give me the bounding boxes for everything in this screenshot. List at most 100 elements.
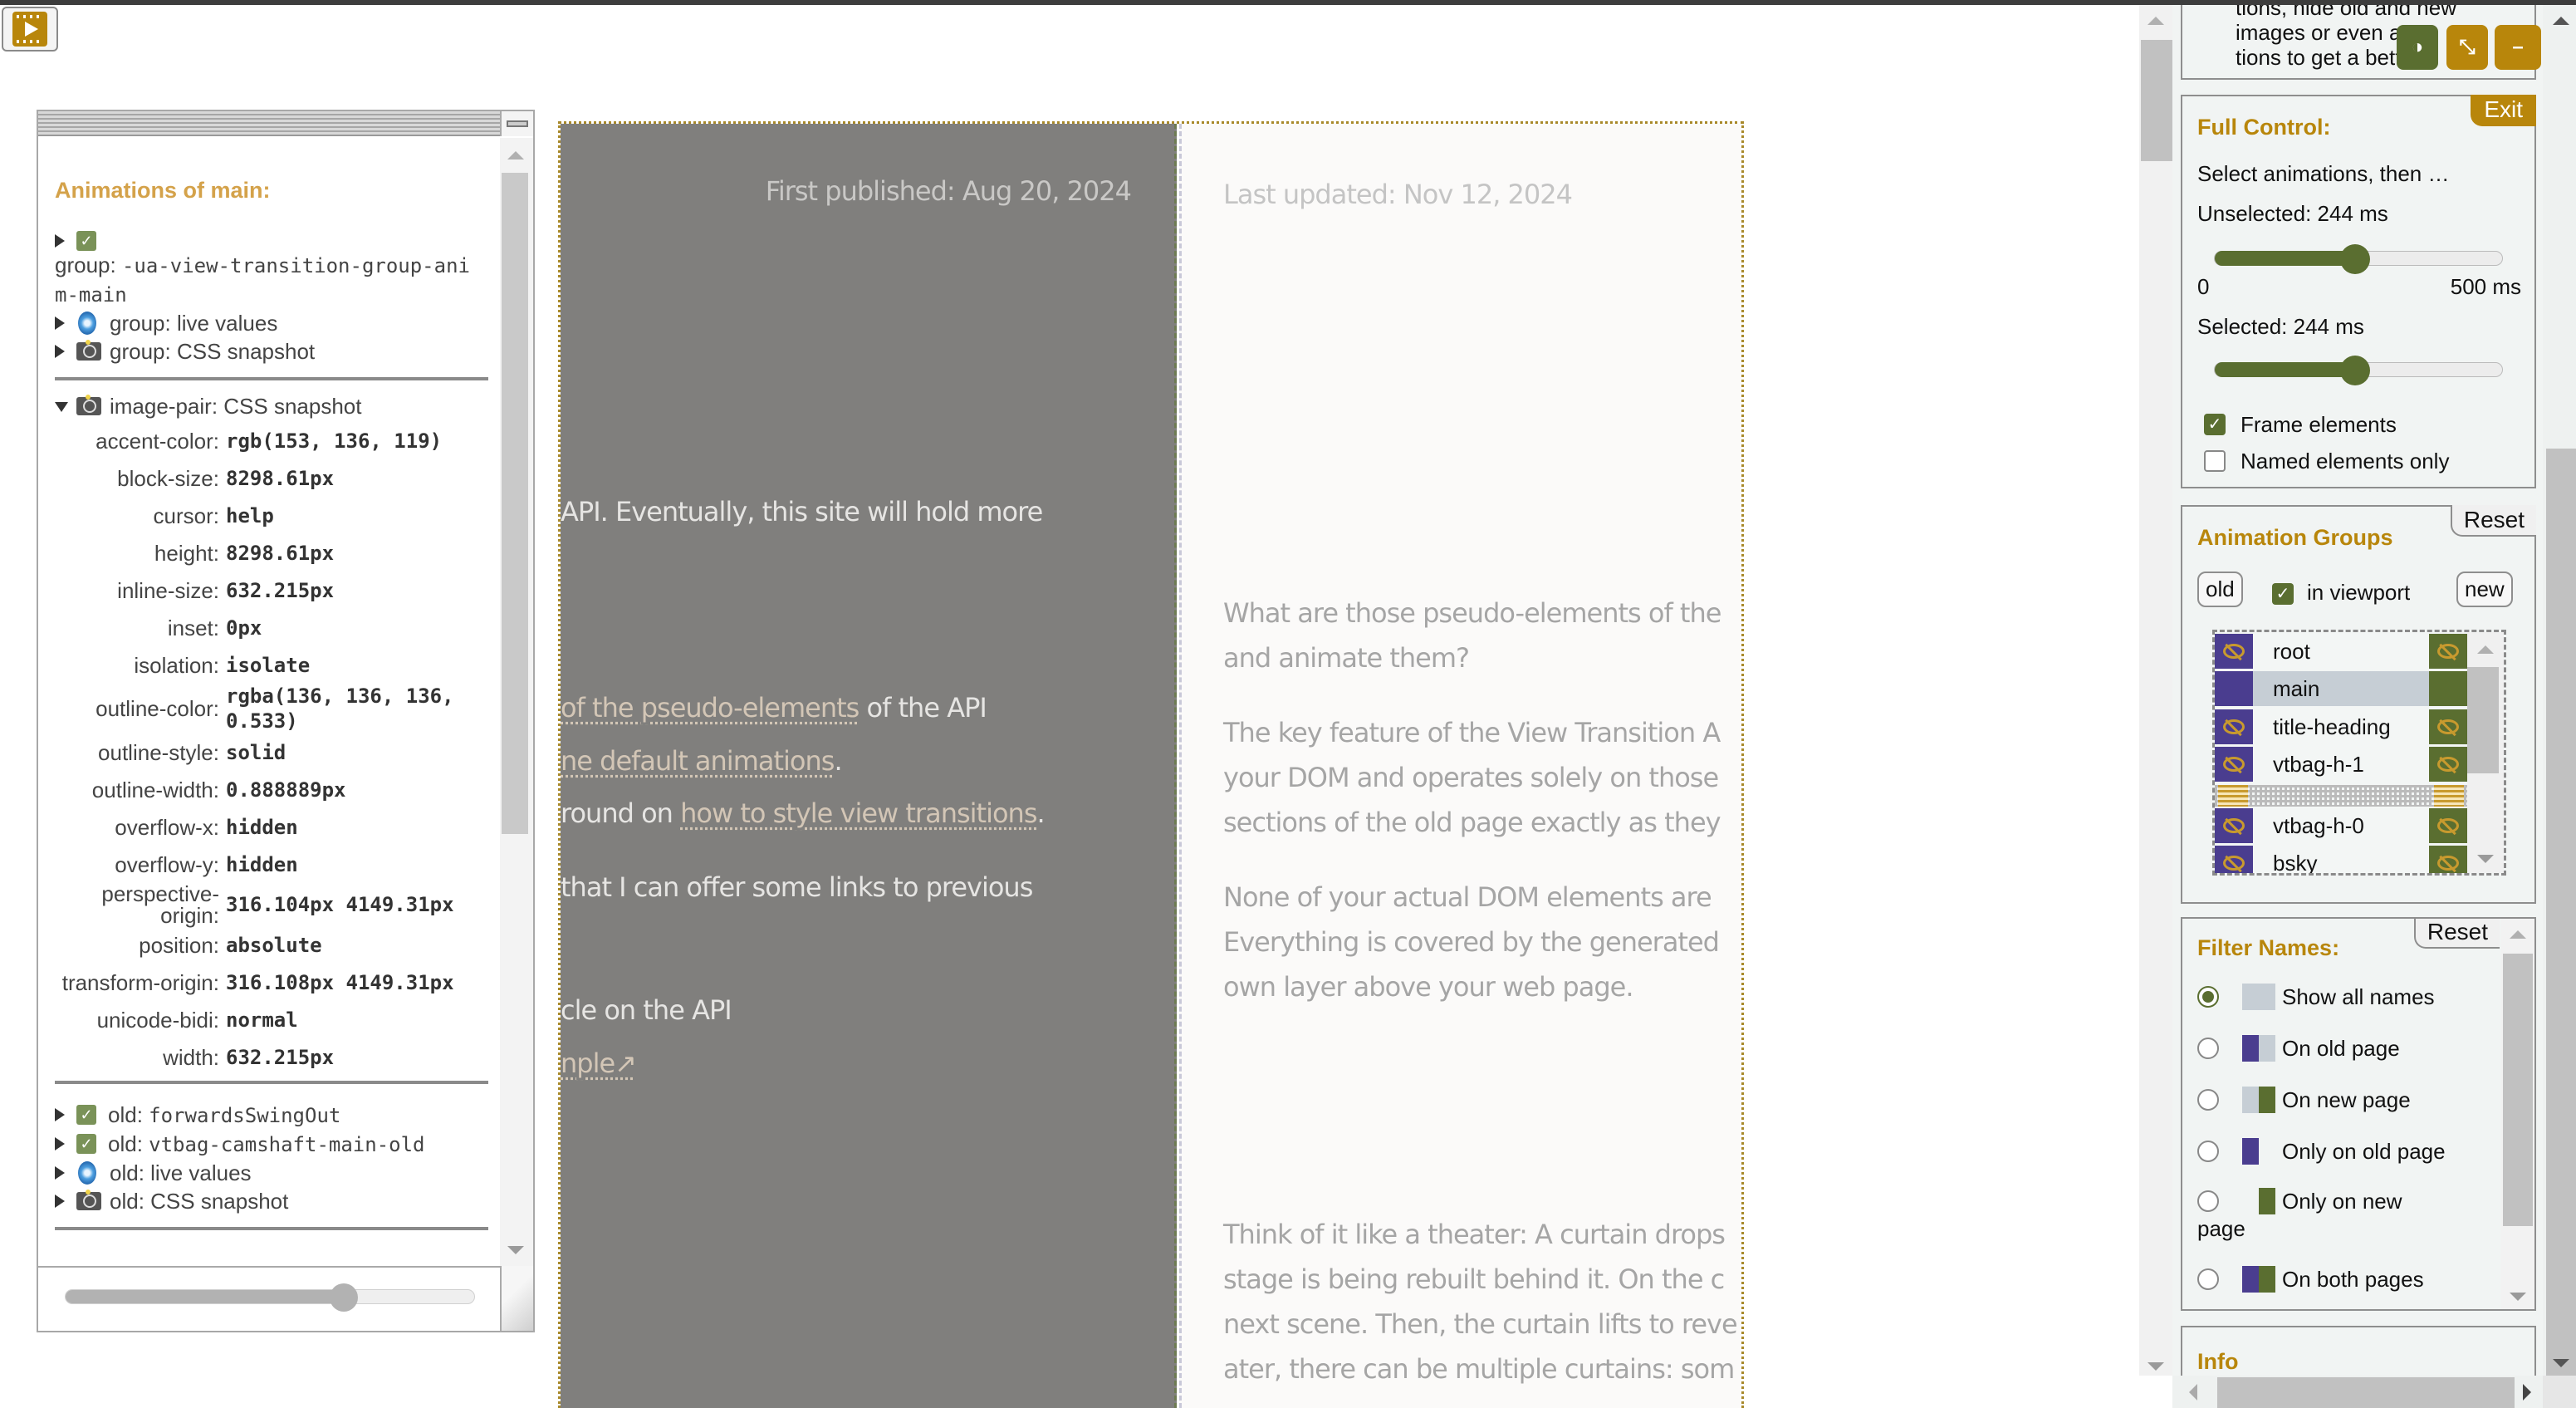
scroll-up-icon[interactable] [507,151,524,159]
tree-item-old-animation[interactable]: ✓ old: forwardsSwingOut [55,1101,500,1130]
exit-button[interactable]: Exit [2471,95,2536,126]
slider-handle[interactable] [2339,356,2370,385]
radio-button[interactable] [2197,1190,2219,1212]
scrollbar-thumb[interactable] [2546,449,2576,1376]
scroll-down-icon[interactable] [507,1246,524,1254]
old-button[interactable]: old [2197,572,2243,607]
filter-option[interactable]: On both pages [2197,1266,2424,1293]
expand-icon[interactable] [55,1108,65,1121]
checkbox-checked-icon[interactable]: ✓ [76,1134,96,1154]
collapse-icon[interactable] [55,402,68,412]
scroll-left-icon[interactable] [2189,1384,2197,1401]
checkbox-checked-icon[interactable]: ✓ [76,231,96,251]
launcher-button[interactable] [2,7,58,52]
inspector-minimize-button[interactable] [500,111,533,136]
scroll-right-icon[interactable] [2523,1384,2531,1401]
resize-handle[interactable] [500,1266,533,1331]
page-scrollbar[interactable] [2139,5,2172,1376]
scrollbar-thumb[interactable] [2141,40,2172,161]
radio-button[interactable] [2197,1038,2219,1059]
slider-max-label: 500 ms [2450,274,2521,299]
contrast-button[interactable]: ◑ [2397,25,2438,70]
inspector-timeline-slider[interactable] [65,1283,475,1312]
scroll-up-icon[interactable] [2510,930,2526,939]
filter-option[interactable]: On new page [2197,1087,2411,1113]
filter-scrollbar[interactable] [2501,919,2534,1309]
scrollbar-thumb[interactable] [2503,954,2533,1226]
tree-item-old-live-values[interactable]: old: live values [55,1159,500,1187]
default-animations-link[interactable]: ne default animations [561,745,835,777]
tree-item-group-css-snapshot[interactable]: group: CSS snapshot [55,337,500,365]
dock-button[interactable]: ⤡ [2446,25,2488,70]
inspector-drag-handle[interactable] [38,111,500,136]
scrollbar-thumb[interactable] [2217,1377,2515,1408]
new-button[interactable]: new [2456,572,2513,607]
expand-icon[interactable] [55,1195,65,1208]
radio-button[interactable] [2197,1141,2219,1162]
new-page-image: Last updated: Nov 12, 2024 What are thos… [1179,124,1741,1408]
radio-button[interactable] [2197,986,2219,1008]
checkbox-checked-icon[interactable]: ✓ [76,1105,96,1125]
property-value: rgb(153, 136, 119) [226,429,443,453]
expand-icon[interactable] [55,1166,65,1180]
style-view-transitions-link[interactable]: how to style view transitions [680,797,1037,829]
frame-elements-checkbox[interactable]: ✓ [2204,414,2226,435]
contrast-icon: ◑ [2411,36,2424,58]
group-row-vtbag-h-1[interactable]: vtbag-h-1 [2215,747,2467,782]
property-value: isolate [226,653,311,677]
panel-scrollbar[interactable] [2543,5,2576,1376]
example-link[interactable]: nple↗ [561,1047,637,1079]
tree-item-group-live-values[interactable]: group: live values [55,309,500,337]
property-value: help [226,503,274,527]
scroll-down-icon[interactable] [2553,1359,2569,1367]
scrollbar-thumb[interactable] [2467,667,2499,773]
group-row-root[interactable]: root [2215,634,2467,669]
scroll-down-icon[interactable] [2147,1362,2164,1371]
tree-item-old-css-snapshot[interactable]: old: CSS snapshot [55,1187,500,1215]
selected-duration-slider[interactable] [2214,356,2503,385]
radio-button[interactable] [2197,1268,2219,1290]
property-name: width: [163,1044,219,1070]
named-elements-only-checkbox[interactable] [2204,450,2226,472]
filter-reset-button[interactable]: Reset [2413,919,2500,949]
inspector-scrollbar[interactable] [500,138,533,1268]
groups-scrollbar[interactable] [2467,632,2504,873]
unselected-duration-slider[interactable] [2214,244,2503,274]
css-property-row: inset: 0px [53,609,500,646]
old-text-line: cle on the API [561,994,732,1026]
minimize-button[interactable]: – [2495,25,2541,70]
slider-handle[interactable] [2339,244,2370,274]
tree-item-group-animation[interactable]: ✓ group: -ua-view-transition-group-anim-… [55,227,470,309]
group-row-bsky[interactable]: bsky [2215,846,2467,873]
pseudo-elements-link[interactable]: of the pseudo-elements [561,692,859,724]
scrollbar-thumb[interactable] [502,173,528,834]
group-row-vtbag-h-0[interactable]: vtbag-h-0 [2215,808,2467,843]
filter-option[interactable]: Show all names [2197,984,2435,1010]
radio-button[interactable] [2197,1089,2219,1111]
in-viewport-checkbox[interactable]: ✓ [2272,583,2294,605]
expand-icon[interactable] [55,316,65,330]
eye-off-icon [2437,856,2459,871]
group-row-main[interactable]: main [2215,671,2467,706]
filter-option[interactable]: Only on new [2197,1188,2402,1214]
property-name: position: [139,932,219,958]
divider [55,1081,488,1084]
group-row-title-heading[interactable]: title-heading [2215,709,2467,744]
slider-handle[interactable] [329,1283,358,1312]
scroll-up-icon[interactable] [2553,17,2569,25]
expand-icon[interactable] [55,345,65,358]
groups-reset-button[interactable]: Reset [2450,505,2536,537]
filter-option[interactable]: On old page [2197,1035,2400,1062]
scroll-down-icon[interactable] [2477,855,2494,863]
filter-option[interactable]: Only on old page [2197,1138,2446,1165]
expand-icon[interactable] [55,234,65,248]
expand-icon[interactable] [55,1137,65,1150]
tree-item-old-animation[interactable]: ✓ old: vtbag-camshaft-main-old [55,1130,500,1159]
css-property-row: inline-size: 632.215px [53,572,500,609]
filter-names-title: Filter Names: [2197,935,2340,960]
tree-item-image-pair-css-snapshot[interactable]: image-pair: CSS snapshot [55,392,500,420]
panel-horizontal-scrollbar[interactable] [2172,1376,2543,1408]
scroll-up-icon[interactable] [2147,17,2164,25]
scroll-up-icon[interactable] [2477,645,2494,654]
scroll-down-icon[interactable] [2510,1293,2526,1301]
